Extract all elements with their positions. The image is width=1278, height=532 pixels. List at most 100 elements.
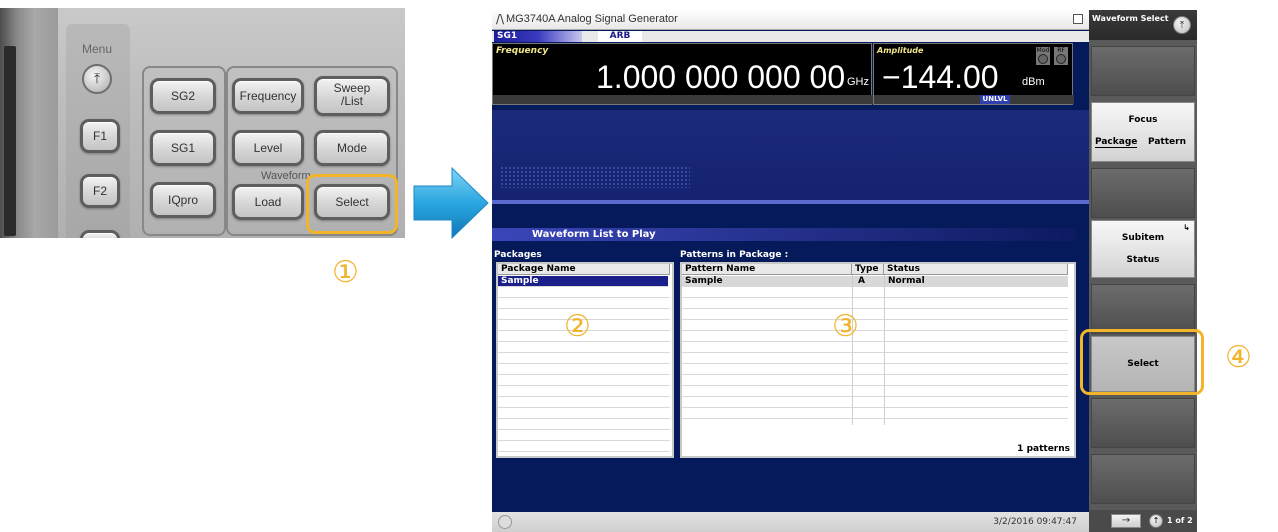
empty-table-row[interactable]: [498, 397, 670, 408]
waveform-list-panel: Waveform List to Play Packages Patterns …: [492, 228, 1077, 512]
page-indicator: 1 of 2: [1167, 516, 1193, 525]
frequency-status-bar: [493, 95, 873, 104]
package-row[interactable]: Sample: [498, 276, 668, 287]
subitem-value: Status: [1126, 255, 1160, 265]
application-tabs: SG1 ARB: [492, 31, 1089, 42]
pattern-name-header[interactable]: Pattern Name: [682, 264, 852, 275]
empty-table-row[interactable]: [682, 397, 1068, 408]
amplitude-value: −144.00: [882, 59, 999, 95]
empty-table-row[interactable]: [498, 408, 670, 419]
pattern-count: 1 patterns: [1017, 444, 1070, 454]
minimize-button[interactable]: [1073, 14, 1083, 24]
frequency-display[interactable]: Frequency 1.000 000 000 00 GHz: [492, 43, 873, 105]
empty-table-row[interactable]: [498, 287, 670, 298]
softkey-5[interactable]: [1091, 284, 1195, 334]
frequency-label: Frequency: [496, 46, 549, 56]
focus-label: Focus: [1128, 115, 1158, 125]
anritsu-logo-icon: /\: [496, 12, 505, 26]
f2-key[interactable]: F2: [80, 174, 120, 208]
f3-key[interactable]: [80, 230, 120, 238]
softkey-sidebar: Waveform Select ⤒ Focus Package Pattern …: [1089, 10, 1197, 532]
pattern-type-cell: A: [858, 276, 865, 286]
tab-sg1[interactable]: SG1: [494, 31, 582, 42]
empty-table-row[interactable]: [498, 430, 670, 441]
packages-table[interactable]: Package Name Sample: [496, 262, 674, 458]
status-bar: 3/2/2016 09:47:47: [492, 512, 1089, 532]
amplitude-status-bar: [874, 95, 1074, 104]
packages-label: Packages: [494, 250, 542, 260]
empty-table-row[interactable]: [682, 309, 1068, 320]
date-time: 3/2/2016 09:47:47: [993, 517, 1077, 527]
focus-softkey[interactable]: Focus Package Pattern: [1091, 102, 1195, 162]
status-indicator-icon: [498, 515, 512, 529]
select-key-highlight: [306, 174, 398, 234]
waveform-graph-area: [492, 110, 1089, 204]
frequency-unit: GHz: [847, 76, 869, 88]
load-key[interactable]: Load: [232, 184, 304, 220]
empty-table-row[interactable]: [682, 386, 1068, 397]
empty-table-row[interactable]: [498, 386, 670, 397]
next-page-arrow-icon[interactable]: →: [1111, 514, 1141, 528]
type-header[interactable]: Type: [852, 264, 884, 275]
empty-table-row[interactable]: [682, 320, 1068, 331]
empty-table-row[interactable]: [498, 375, 670, 386]
patterns-table[interactable]: Pattern Name Type Status Sample A Normal…: [680, 262, 1076, 458]
iqpro-key[interactable]: IQpro: [150, 182, 216, 218]
list-panel-header: Waveform List to Play: [492, 228, 1077, 241]
empty-table-row[interactable]: [682, 342, 1068, 353]
level-key[interactable]: Level: [232, 130, 304, 166]
softkey-7[interactable]: [1091, 398, 1195, 448]
rf-lamp-icon: [1056, 54, 1066, 64]
menu-label: Menu: [82, 42, 113, 56]
select-softkey-highlight: [1080, 329, 1204, 395]
menu-up-button[interactable]: ⤒: [82, 64, 112, 94]
amplitude-unit: dBm: [1022, 76, 1045, 88]
callout-1: ①: [332, 255, 359, 290]
subitem-label: Subitem: [1121, 233, 1165, 243]
empty-table-row[interactable]: [498, 364, 670, 375]
unleveled-badge: UNLVL: [980, 95, 1010, 104]
empty-table-row[interactable]: [682, 331, 1068, 342]
mod-indicator: Mod: [1036, 47, 1050, 65]
callout-3: ③: [832, 309, 859, 344]
empty-table-row[interactable]: [682, 287, 1068, 298]
empty-table-row[interactable]: [682, 298, 1068, 309]
softkey-pager: → ↑ 1 of 2: [1089, 510, 1197, 532]
frequency-key[interactable]: Frequency: [232, 78, 304, 114]
window-title: MG3740A Analog Signal Generator: [506, 13, 678, 25]
frequency-value: 1.000 000 000 00: [596, 59, 846, 95]
page-up-icon[interactable]: ↑: [1149, 514, 1163, 528]
menu-up-icon[interactable]: ⤒: [1173, 16, 1191, 34]
window-titlebar: /\ MG3740A Analog Signal Generator: [492, 10, 1089, 30]
softkey-3[interactable]: [1091, 168, 1195, 218]
empty-table-row[interactable]: [682, 408, 1068, 419]
empty-table-row[interactable]: [498, 353, 670, 364]
empty-table-row[interactable]: [498, 298, 670, 309]
f1-key[interactable]: F1: [80, 119, 120, 153]
status-header[interactable]: Status: [884, 264, 1068, 275]
softkey-8[interactable]: [1091, 454, 1195, 504]
tab-arb[interactable]: ARB: [598, 31, 642, 42]
empty-table-row[interactable]: [498, 441, 670, 452]
graph-bottom-strip: [492, 200, 1089, 204]
empty-table-row[interactable]: [682, 353, 1068, 364]
subitem-softkey[interactable]: ↳ Subitem Status: [1091, 220, 1195, 278]
empty-table-row[interactable]: [682, 364, 1068, 375]
rf-indicator: RF: [1054, 47, 1068, 65]
focus-option-package: Package: [1095, 137, 1138, 148]
focus-option-pattern: Pattern: [1148, 137, 1186, 147]
callout-2: ②: [564, 309, 591, 344]
sweep-list-key[interactable]: Sweep/List: [314, 76, 390, 116]
mode-key[interactable]: Mode: [314, 130, 390, 166]
patterns-label: Patterns in Package :: [680, 250, 789, 260]
softkey-1[interactable]: [1091, 46, 1195, 96]
callout-4: ④: [1225, 340, 1252, 375]
package-name-header[interactable]: Package Name: [498, 264, 670, 275]
sg2-key[interactable]: SG2: [150, 78, 216, 114]
pattern-row[interactable]: Sample A Normal: [682, 276, 1068, 287]
empty-table-row[interactable]: [498, 419, 670, 430]
pattern-status-cell: Normal: [888, 276, 925, 286]
sg1-key[interactable]: SG1: [150, 130, 216, 166]
empty-table-row[interactable]: [682, 375, 1068, 386]
amplitude-display[interactable]: Amplitude Mod RF −144.00 dBm UNLVL: [873, 43, 1074, 105]
